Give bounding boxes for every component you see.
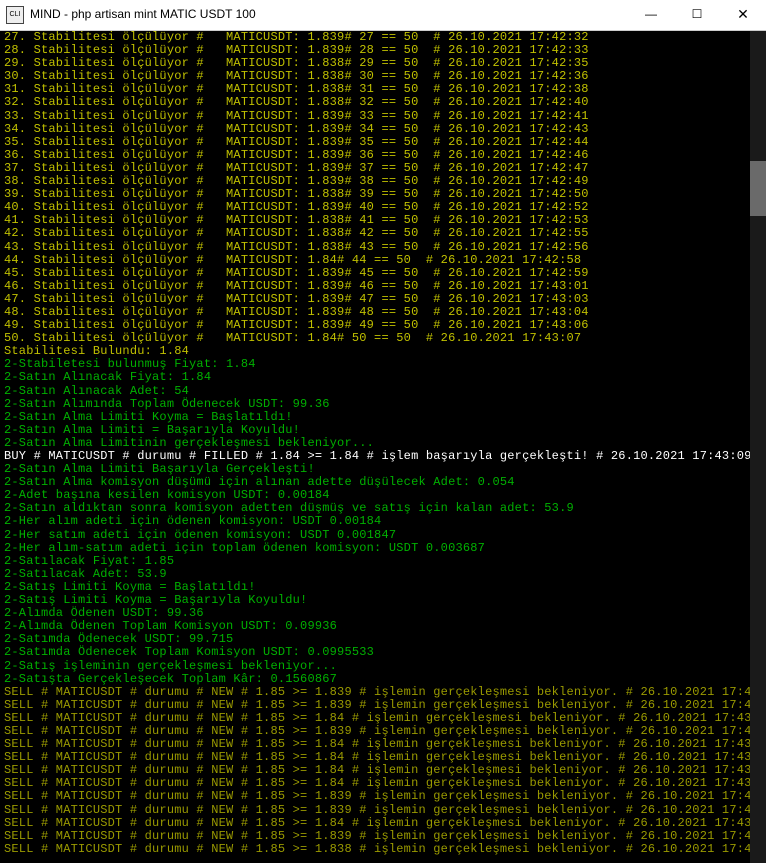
log-line-sell: SELL # MATICUSDT # durumu # NEW # 1.85 >… xyxy=(4,712,762,725)
log-line-sell: SELL # MATICUSDT # durumu # NEW # 1.85 >… xyxy=(4,817,762,830)
log-line-info: 2-Her satım adeti için ödenen komisyon: … xyxy=(4,529,762,542)
window-titlebar: CLI MIND - php artisan mint MATIC USDT 1… xyxy=(0,0,766,31)
scrollbar-track[interactable] xyxy=(750,31,766,863)
log-line-stability: 42. Stabilitesi ölçülüyor # MATICUSDT: 1… xyxy=(4,227,762,240)
log-line-info: 2-Satılacak Fiyat: 1.85 xyxy=(4,555,762,568)
log-line-info: 2-Satın Alma Limiti Koyma = Başlatıldı! xyxy=(4,411,762,424)
app-icon: CLI xyxy=(6,6,24,24)
log-line-info: 2-Satın Alınacak Fiyat: 1.84 xyxy=(4,371,762,384)
log-line-stability: 36. Stabilitesi ölçülüyor # MATICUSDT: 1… xyxy=(4,149,762,162)
log-line-stability: 45. Stabilitesi ölçülüyor # MATICUSDT: 1… xyxy=(4,267,762,280)
minimize-button[interactable]: — xyxy=(628,0,674,30)
log-line-sell: SELL # MATICUSDT # durumu # NEW # 1.85 >… xyxy=(4,843,762,856)
close-button[interactable]: ✕ xyxy=(720,0,766,30)
log-line-info: 2-Satın Alma Limiti = Başarıyla Koyuldu! xyxy=(4,424,762,437)
window-title: MIND - php artisan mint MATIC USDT 100 xyxy=(30,8,256,21)
log-line-info: 2-Satılacak Adet: 53.9 xyxy=(4,568,762,581)
log-line-info: 2-Satın Alınacak Adet: 54 xyxy=(4,385,762,398)
log-line-info: 2-Her alım adeti için ödenen komisyon: U… xyxy=(4,515,762,528)
log-line-sell: SELL # MATICUSDT # durumu # NEW # 1.85 >… xyxy=(4,699,762,712)
log-line-sell: SELL # MATICUSDT # durumu # NEW # 1.85 >… xyxy=(4,790,762,803)
terminal-area[interactable]: 27. Stabilitesi ölçülüyor # MATICUSDT: 1… xyxy=(0,31,766,863)
log-line-info: 2-Her alım-satım adeti için toplam ödene… xyxy=(4,542,762,555)
log-line-sell: SELL # MATICUSDT # durumu # NEW # 1.85 >… xyxy=(4,804,762,817)
log-line-stability: 46. Stabilitesi ölçülüyor # MATICUSDT: 1… xyxy=(4,280,762,293)
log-line-stability: 47. Stabilitesi ölçülüyor # MATICUSDT: 1… xyxy=(4,293,762,306)
log-line-sell: SELL # MATICUSDT # durumu # NEW # 1.85 >… xyxy=(4,686,762,699)
log-line-stability: 34. Stabilitesi ölçülüyor # MATICUSDT: 1… xyxy=(4,123,762,136)
log-line-stability: 32. Stabilitesi ölçülüyor # MATICUSDT: 1… xyxy=(4,96,762,109)
log-line-stability: 43. Stabilitesi ölçülüyor # MATICUSDT: 1… xyxy=(4,241,762,254)
log-line-info: 2-Satın Alımında Toplam Ödenecek USDT: 9… xyxy=(4,398,762,411)
maximize-button[interactable]: ☐ xyxy=(674,0,720,30)
scrollbar-thumb[interactable] xyxy=(750,161,766,216)
log-line-info: 2-Satışta Gerçekleşecek Toplam Kâr: 0.15… xyxy=(4,673,762,686)
log-line-info: 2-Satış işleminin gerçekleşmesi bekleniy… xyxy=(4,660,762,673)
log-line-stability: 33. Stabilitesi ölçülüyor # MATICUSDT: 1… xyxy=(4,110,762,123)
log-line-stability: 35. Stabilitesi ölçülüyor # MATICUSDT: 1… xyxy=(4,136,762,149)
log-line-info: 2-Satımda Ödenecek Toplam Komisyon USDT:… xyxy=(4,646,762,659)
log-line-stability: 44. Stabilitesi ölçülüyor # MATICUSDT: 1… xyxy=(4,254,762,267)
log-line-sell: SELL # MATICUSDT # durumu # NEW # 1.85 >… xyxy=(4,830,762,843)
